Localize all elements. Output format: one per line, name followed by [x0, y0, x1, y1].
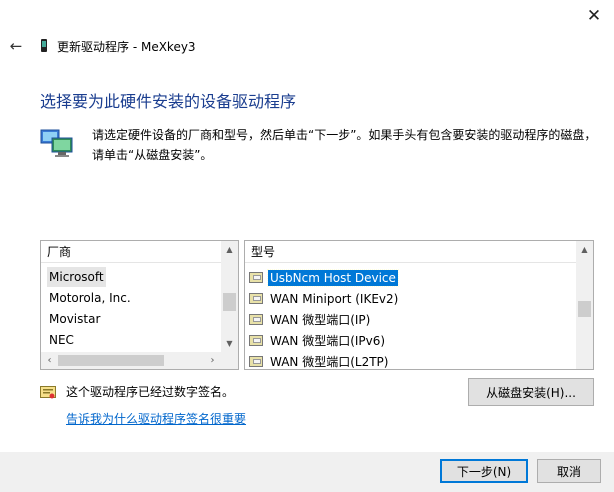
model-column-header: 型号 — [245, 241, 578, 263]
manufacturer-list[interactable]: 厂商 Microsoft Motorola, Inc. Movistar NEC… — [40, 240, 239, 370]
manufacturer-column-header: 厂商 — [41, 241, 223, 263]
have-disk-button[interactable]: 从磁盘安装(H)... — [468, 378, 594, 406]
manufacturer-vertical-scrollbar[interactable]: ▲ ▼ — [221, 241, 238, 352]
manufacturer-horizontal-scrollbar[interactable]: ‹ › — [41, 352, 238, 369]
driver-package-icon — [249, 335, 263, 346]
manufacturer-item[interactable]: NEC — [47, 330, 76, 350]
instructions-line-1: 请选定硬件设备的厂商和型号，然后单击“下一步”。如果手头有包含要安装的驱动程序的… — [92, 128, 597, 142]
window-title: 更新驱动程序 - MeXkey3 — [57, 40, 196, 54]
signature-info-link[interactable]: 告诉我为什么驱动程序签名很重要 — [66, 410, 246, 427]
model-item[interactable]: WAN 微型端口(IPv6) — [249, 330, 387, 351]
model-item-label: WAN 微型端口(IP) — [270, 313, 371, 327]
scroll-up-icon[interactable]: ▲ — [221, 241, 238, 258]
certificate-icon — [40, 385, 56, 399]
close-icon[interactable]: ✕ — [576, 2, 612, 30]
driver-package-icon — [249, 314, 263, 325]
device-icon — [40, 38, 48, 52]
scroll-right-icon[interactable]: › — [204, 352, 221, 369]
back-arrow-icon[interactable]: ← — [6, 36, 26, 56]
driver-package-icon — [249, 293, 263, 304]
model-list[interactable]: 型号 UsbNcm Host Device WAN Miniport (IKEv… — [244, 240, 594, 370]
model-item-label: WAN 微型端口(L2TP) — [270, 355, 389, 369]
scrollbar-corner — [221, 352, 238, 369]
page-heading: 选择要为此硬件安装的设备驱动程序 — [40, 92, 297, 111]
cancel-button[interactable]: 取消 — [537, 459, 601, 483]
scroll-down-icon[interactable]: ▼ — [221, 335, 238, 352]
model-item-label: UsbNcm Host Device — [267, 268, 399, 287]
model-vertical-scrollbar[interactable]: ▲ — [576, 241, 593, 369]
model-item[interactable]: WAN 微型端口(L2TP) — [249, 351, 390, 369]
model-item[interactable]: UsbNcm Host Device — [249, 267, 399, 288]
scroll-thumb[interactable] — [223, 293, 236, 311]
manufacturer-item[interactable]: Motorola, Inc. — [47, 288, 133, 308]
model-item[interactable]: WAN Miniport (IKEv2) — [249, 288, 400, 309]
model-item-label: WAN Miniport (IKEv2) — [270, 291, 399, 306]
signature-status: 这个驱动程序已经过数字签名。 — [66, 385, 235, 399]
instructions-line-2: 请单击“从磁盘安装”。 — [92, 148, 213, 162]
model-item[interactable]: WAN 微型端口(IP) — [249, 309, 372, 330]
scroll-up-icon[interactable]: ▲ — [576, 241, 593, 258]
driver-package-icon — [249, 356, 263, 367]
scroll-thumb[interactable] — [578, 301, 591, 317]
scroll-left-icon[interactable]: ‹ — [41, 352, 58, 369]
manufacturer-item[interactable]: Movistar — [47, 309, 102, 329]
manufacturer-item[interactable]: Microsoft — [47, 267, 106, 287]
model-item-label: WAN 微型端口(IPv6) — [270, 334, 386, 348]
next-button[interactable]: 下一步(N) — [440, 459, 528, 483]
scroll-thumb[interactable] — [58, 355, 164, 366]
hardware-monitors-icon — [40, 128, 74, 158]
driver-package-icon — [249, 272, 263, 283]
instructions-text: 请选定硬件设备的厂商和型号，然后单击“下一步”。如果手头有包含要安装的驱动程序的… — [92, 125, 597, 165]
